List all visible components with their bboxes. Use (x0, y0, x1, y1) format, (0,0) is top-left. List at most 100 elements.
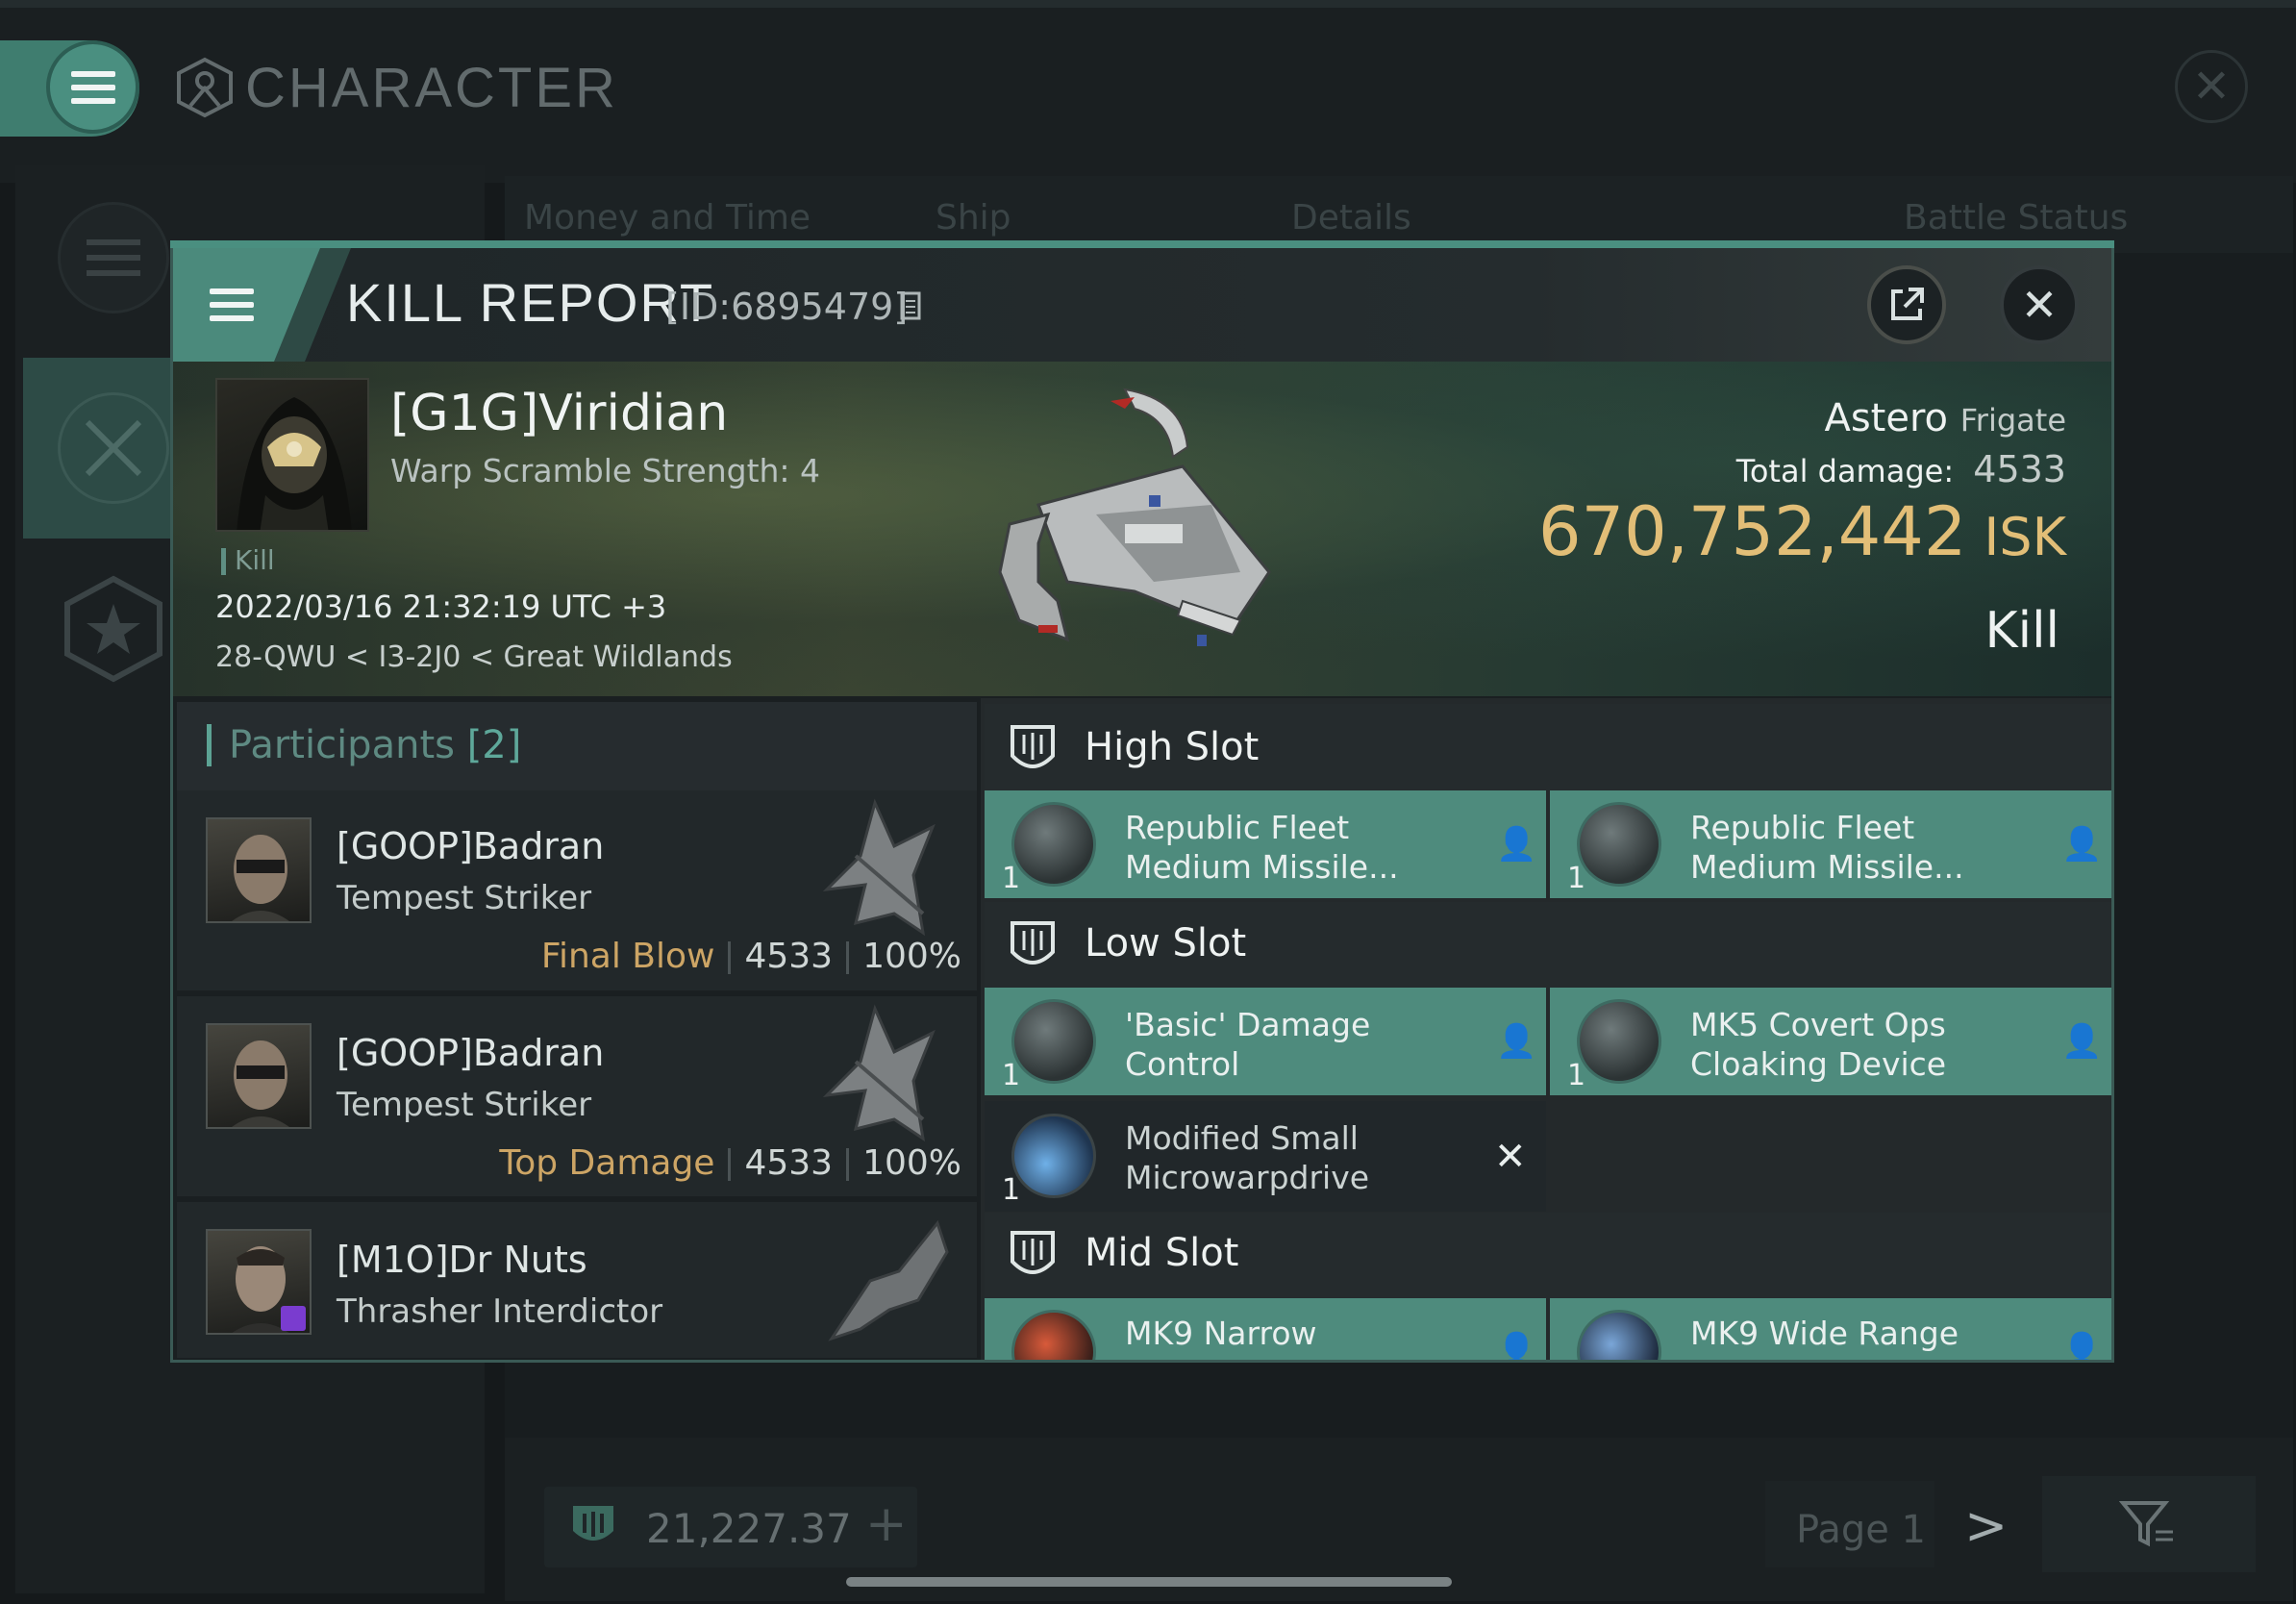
character-icon (177, 57, 233, 118)
module-name-line2: Medium Missile... (1125, 848, 1399, 886)
copy-icon[interactable] (900, 291, 923, 322)
tab-ship[interactable]: Ship (936, 198, 1011, 238)
pilot-icon: 👤 (2061, 825, 2103, 864)
participants-label: Participants (229, 723, 455, 767)
participant-ship-image (822, 798, 936, 937)
tab-details[interactable]: Details (1291, 198, 1411, 238)
victim-portrait (215, 378, 369, 532)
victim-ship[interactable]: Astero Frigate (1824, 396, 2066, 440)
victim-ship-image (998, 388, 1271, 646)
window-title: CHARACTER (245, 57, 618, 119)
page-indicator: Page 1 (1796, 1508, 1926, 1552)
participant-stats: Top Damage 4533 100% (499, 1143, 961, 1183)
add-funds-button[interactable]: + (865, 1495, 908, 1553)
close-icon: ✕ (2191, 60, 2232, 113)
nav-list-button[interactable] (58, 202, 169, 313)
isk-value-row: 670,752,442 ISK (1538, 492, 2066, 571)
mid-slot-label: Mid Slot (1085, 1231, 1239, 1275)
destroyed-x-icon: ✕ (1494, 1135, 1527, 1179)
hooded-figure-avatar (237, 397, 352, 530)
low-slot-label: Low Slot (1085, 921, 1247, 965)
participants-title: Participants [2] (229, 723, 521, 767)
pilot-icon: 👤 (1496, 1331, 1537, 1360)
high-slot-label: High Slot (1085, 725, 1260, 769)
module-name-line2: Cloaking Device (1690, 1045, 1947, 1083)
next-page-button[interactable]: > (1964, 1495, 2008, 1556)
participant-ship-image (828, 1219, 949, 1341)
module-name-line1: Modified Small (1125, 1119, 1359, 1157)
wallet-balance: 21,227.37 (646, 1505, 852, 1552)
participant-name[interactable]: [GOOP]Badran (337, 825, 604, 867)
module-name-line1: MK9 Wide Range (1690, 1315, 1959, 1352)
missile-launcher-icon (1577, 802, 1661, 887)
warp-scramble-strength: Warp Scramble Strength: 4 (390, 452, 821, 489)
horizontal-scrollbar[interactable] (846, 1577, 1452, 1587)
kill-report-id: [ID:6895479] (665, 286, 909, 328)
pilot-avatar (232, 1040, 289, 1127)
close-icon: ✕ (2020, 279, 2059, 331)
tab-money-and-time[interactable]: Money and Time (524, 198, 811, 238)
participant-name[interactable]: [GOOP]Badran (337, 1032, 604, 1074)
microwarpdrive-icon (1011, 1114, 1096, 1198)
filter-icon (2119, 1501, 2173, 1547)
isk-value: 670,752,442 (1538, 492, 1967, 571)
corp-badge-icon (281, 1306, 306, 1331)
module-item[interactable]: MK9 Wide Range 👤 (1550, 1298, 2111, 1360)
filter-button[interactable] (2042, 1476, 2256, 1572)
kill-location[interactable]: 28-QWU < I3-2J0 < Great Wildlands (215, 640, 733, 674)
module-quantity: 1 (1002, 1059, 1021, 1092)
kill-status: Kill (1984, 602, 2059, 660)
module-quantity: 1 (1567, 862, 1586, 895)
module-name-line1: MK9 Narrow (1125, 1315, 1317, 1352)
ship-class: Frigate (1959, 402, 2066, 439)
participant-role: Final Blow (540, 937, 715, 976)
module-name-line2: Medium Missile... (1690, 848, 1964, 886)
module-name-line1: 'Basic' Damage (1125, 1006, 1371, 1043)
isk-unit: ISK (1984, 507, 2066, 567)
participant-stats: Final Blow 4533 100% (541, 937, 961, 976)
participant-percent: 100% (862, 1143, 961, 1183)
participant-role: Top Damage (499, 1143, 715, 1183)
menu-icon (210, 288, 254, 321)
crossed-swords-icon (85, 419, 142, 477)
wallet-icon (573, 1506, 613, 1541)
participant-portrait (206, 817, 312, 923)
participants-header-bar (207, 724, 212, 766)
module-quantity: 1 (1002, 1173, 1021, 1207)
module-name-line1: MK5 Covert Ops (1690, 1006, 1946, 1043)
participant-ship: Thrasher Interdictor (337, 1292, 663, 1331)
share-button[interactable] (1867, 265, 1946, 344)
module-quantity: 1 (1002, 862, 1021, 895)
participant-percent: 100% (862, 937, 961, 976)
module-name-line1: Republic Fleet (1690, 809, 1915, 846)
module-item[interactable]: MK9 Narrow 👤 (985, 1298, 1546, 1360)
chevron-right-icon: > (1964, 1495, 2009, 1556)
ship-name: Astero (1824, 396, 1948, 440)
window-close-button[interactable]: ✕ (2175, 50, 2248, 123)
nav-achievement-button[interactable] (60, 575, 167, 683)
external-link-icon (1891, 288, 1924, 320)
module-quantity: 1 (1567, 1059, 1586, 1092)
damage-control-icon (1011, 999, 1096, 1084)
total-damage-value: 4533 (1973, 448, 2066, 490)
scanner-probe-icon (1011, 1310, 1096, 1360)
participant-ship: Tempest Striker (337, 879, 592, 917)
participant-portrait (206, 1023, 312, 1129)
module-name-line2: Microwarpdrive (1125, 1159, 1370, 1196)
participant-ship-image (822, 1004, 936, 1142)
star-badge-icon (64, 575, 162, 683)
tab-battle-status[interactable]: Battle Status (1904, 198, 2128, 238)
nav-combat-button[interactable] (58, 392, 169, 504)
pilot-icon: 👤 (1496, 1022, 1537, 1061)
victim-name[interactable]: [G1G]Viridian (390, 385, 728, 442)
modal-close-button[interactable]: ✕ (2000, 265, 2079, 344)
low-slot-icon (1011, 921, 1055, 965)
pilot-icon: 👤 (2061, 1022, 2103, 1061)
participant-damage: 4533 (744, 937, 834, 976)
high-slot-icon (1011, 725, 1055, 768)
participant-damage: 4533 (744, 1143, 834, 1183)
participant-name[interactable]: [M1O]Dr Nuts (337, 1239, 587, 1281)
pilot-icon: 👤 (1496, 825, 1537, 864)
main-menu-button[interactable] (46, 40, 139, 134)
total-damage-row: Total damage: 4533 (1736, 448, 2066, 490)
